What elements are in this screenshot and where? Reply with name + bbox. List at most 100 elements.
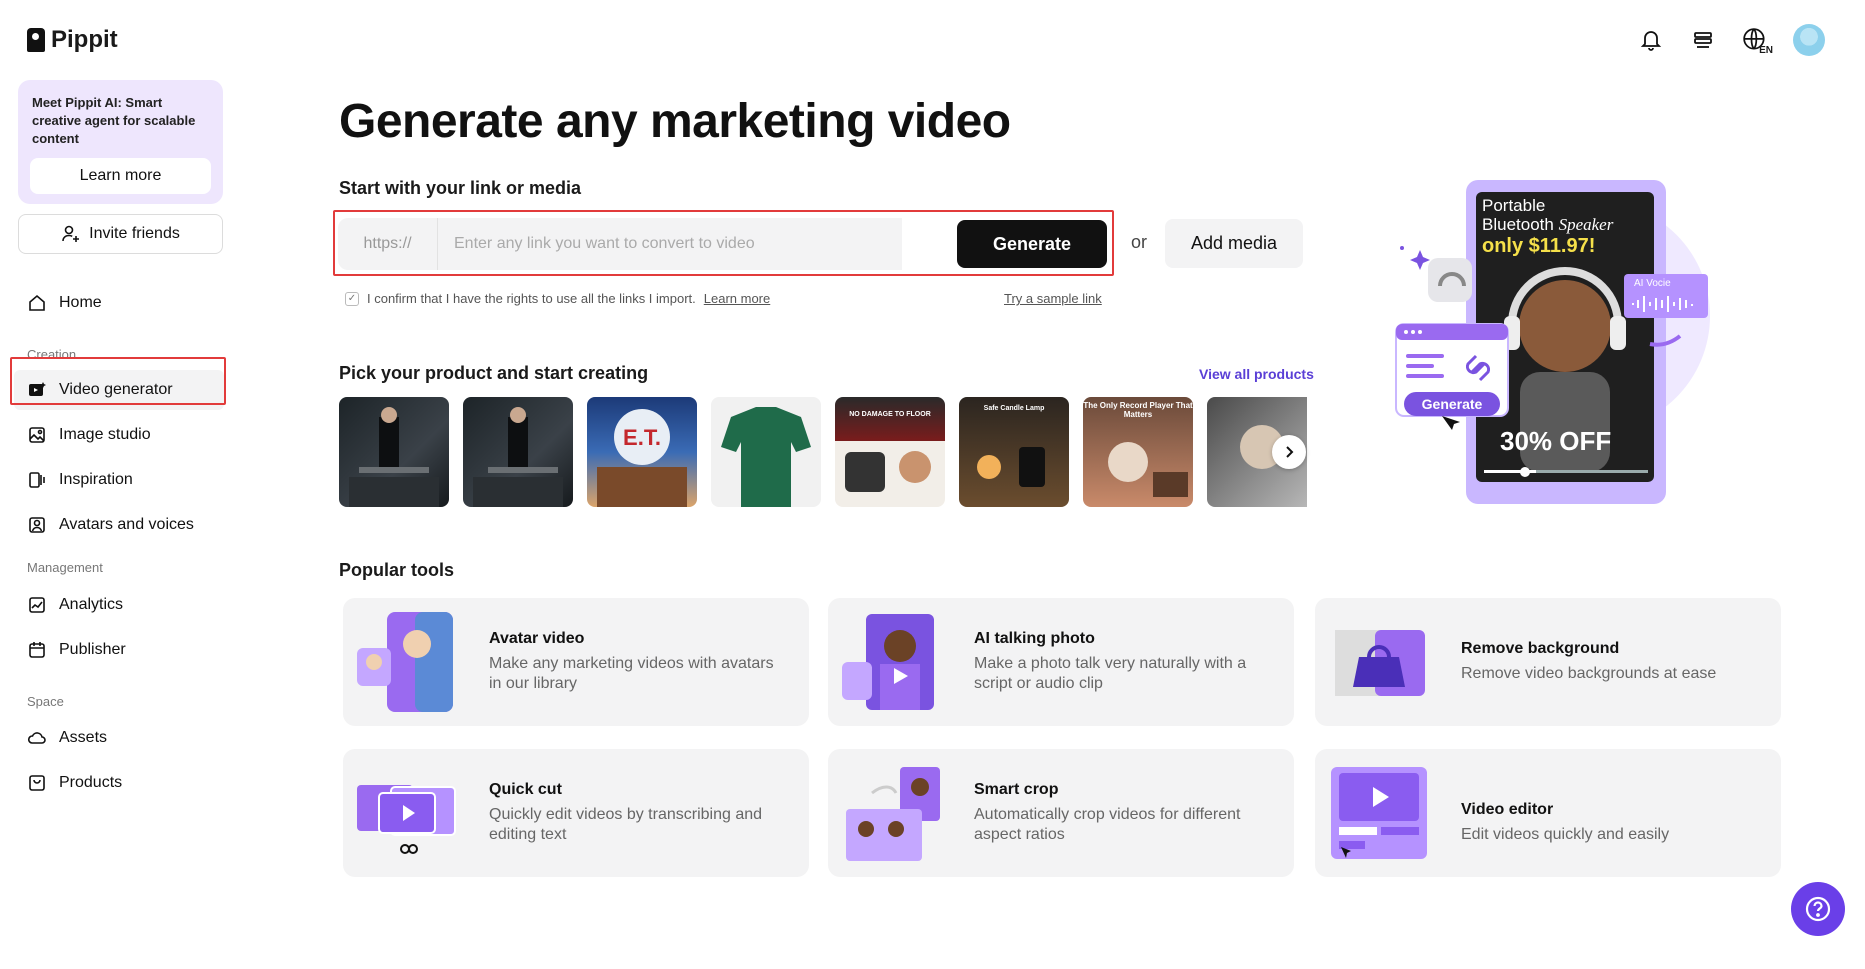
section-space: Space bbox=[27, 694, 64, 709]
language-globe-icon[interactable]: EN bbox=[1741, 26, 1773, 56]
link-prefix: https:// bbox=[338, 218, 438, 270]
home-icon bbox=[29, 294, 45, 311]
sidebar-item-image-studio[interactable]: Image studio bbox=[14, 415, 224, 455]
sidebar-item-label: Assets bbox=[59, 729, 108, 746]
product-thumb-7[interactable]: The Only Record Player That Matters bbox=[1083, 397, 1193, 507]
green-tshirt-image bbox=[721, 407, 811, 507]
video-editor-illustration bbox=[1331, 767, 1427, 859]
sidebar-item-video-generator[interactable]: Video generator bbox=[14, 370, 224, 410]
tool-card-avatar-video[interactable]: Avatar video Make any marketing videos w… bbox=[343, 598, 809, 726]
sidebar-item-avatars-voices[interactable]: Avatars and voices bbox=[14, 505, 224, 545]
drummer-image bbox=[473, 407, 563, 507]
rights-checkbox[interactable]: ✓ bbox=[345, 291, 359, 306]
remove-background-illustration bbox=[1335, 630, 1425, 696]
quick-cut-illustration bbox=[357, 785, 456, 854]
sidebar-item-label: Analytics bbox=[59, 596, 124, 613]
user-avatar[interactable] bbox=[1793, 24, 1825, 56]
hero-price: only $11.97! bbox=[1482, 235, 1596, 257]
candle-lamp-image bbox=[977, 447, 1045, 487]
hero-ai-voice-label: AI Vocie bbox=[1634, 278, 1671, 289]
tool-description: Remove video backgrounds at ease bbox=[1461, 665, 1717, 682]
help-button[interactable] bbox=[1791, 882, 1845, 936]
tool-description: Make a photo talk very naturally with a … bbox=[974, 655, 1247, 692]
section-creation: Creation bbox=[27, 347, 77, 362]
product-thumb-5[interactable]: NO DAMAGE TO FLOOR bbox=[835, 397, 945, 507]
learn-more-button[interactable]: Learn more bbox=[30, 158, 211, 194]
add-media-button[interactable]: Add media bbox=[1165, 219, 1303, 268]
promo-text: Meet Pippit AI: Smart creative agent for… bbox=[32, 95, 196, 146]
product-thumb-6[interactable]: Safe Candle Lamp bbox=[959, 397, 1069, 507]
product-label: The Only Record Player That Matters bbox=[1083, 401, 1193, 419]
generate-button[interactable]: Generate bbox=[957, 220, 1107, 268]
sidebar-item-inspiration[interactable]: Inspiration bbox=[14, 460, 224, 500]
product-box-icon bbox=[29, 775, 45, 791]
drummer-image bbox=[349, 407, 439, 507]
smart-crop-illustration bbox=[846, 767, 940, 861]
topbar: EN bbox=[1637, 24, 1825, 56]
page-title: Generate any marketing video bbox=[339, 95, 1011, 148]
layers-icon[interactable] bbox=[1689, 26, 1717, 54]
link-input-group: https:// bbox=[338, 218, 902, 270]
tool-title: AI talking photo bbox=[974, 630, 1095, 647]
product-thumb-3[interactable]: E.T. bbox=[587, 397, 697, 507]
hero-discount: 30% OFF bbox=[1500, 426, 1612, 456]
pick-product-heading: Pick your product and start creating bbox=[339, 363, 649, 383]
invite-friends-button[interactable]: Invite friends bbox=[18, 214, 223, 254]
product-carousel: E.T. NO DAMAGE TO FLOOR Safe Candle Lamp… bbox=[339, 397, 1307, 507]
app-logo[interactable]: Pippit bbox=[27, 26, 118, 54]
section-management: Management bbox=[27, 560, 103, 575]
view-all-products-link[interactable]: View all products bbox=[1199, 366, 1314, 382]
tool-title: Smart crop bbox=[974, 781, 1059, 798]
tool-title: Avatar video bbox=[489, 630, 585, 647]
tool-card-video-editor[interactable]: Video editor Edit videos quickly and eas… bbox=[1315, 749, 1781, 877]
avatar-icon bbox=[29, 517, 45, 533]
product-label: Safe Candle Lamp bbox=[983, 405, 1045, 412]
popular-tools-heading: Popular tools bbox=[339, 560, 455, 580]
tool-description: Automatically crop videos for different … bbox=[974, 806, 1241, 843]
tool-description: Quickly edit videos by transcribing and … bbox=[489, 806, 763, 843]
sidebar-item-label: Products bbox=[59, 774, 123, 791]
hero-generate-label: Generate bbox=[1421, 396, 1483, 412]
confirm-learn-more-link[interactable]: Learn more bbox=[704, 291, 770, 306]
tool-card-remove-background[interactable]: Remove background Remove video backgroun… bbox=[1315, 598, 1781, 726]
chevron-right-icon bbox=[1286, 446, 1294, 458]
hero-text-portable: Portable bbox=[1482, 196, 1546, 215]
sidebar-item-publisher[interactable]: Publisher bbox=[14, 630, 224, 670]
sidebar-item-assets[interactable]: Assets bbox=[14, 718, 224, 758]
avatar-video-illustration bbox=[357, 612, 453, 712]
bell-icon[interactable] bbox=[1637, 26, 1665, 54]
confirm-text: I confirm that I have the rights to use … bbox=[367, 291, 696, 306]
sidebar-item-analytics[interactable]: Analytics bbox=[14, 585, 224, 625]
tool-card-quick-cut[interactable]: Quick cut Quickly edit videos by transcr… bbox=[343, 749, 809, 877]
sidebar: Pippit Meet Pippit AI: Smart creative ag… bbox=[0, 0, 240, 969]
tool-description: Edit videos quickly and easily bbox=[1461, 826, 1670, 843]
cloud-icon bbox=[27, 732, 46, 744]
carousel-next-button[interactable] bbox=[1272, 435, 1306, 469]
sidebar-item-label: Image studio bbox=[59, 426, 151, 443]
question-mark-icon bbox=[1805, 896, 1831, 922]
try-sample-link[interactable]: Try a sample link bbox=[1004, 291, 1102, 306]
tool-card-ai-talking-photo[interactable]: AI talking photo Make a photo talk very … bbox=[828, 598, 1294, 726]
calendar-icon bbox=[29, 642, 45, 658]
inspiration-icon bbox=[29, 472, 45, 488]
product-thumb-2[interactable] bbox=[463, 397, 573, 507]
invite-friends-label: Invite friends bbox=[89, 225, 180, 242]
tool-description: Make any marketing videos with avatars i… bbox=[489, 655, 774, 692]
sidebar-item-home[interactable]: Home bbox=[14, 283, 224, 323]
language-code: EN bbox=[1759, 45, 1773, 56]
analytics-icon bbox=[29, 597, 45, 613]
sidebar-item-products[interactable]: Products bbox=[14, 763, 224, 803]
app-name: Pippit bbox=[51, 26, 118, 53]
promo-card: Meet Pippit AI: Smart creative agent for… bbox=[18, 80, 223, 204]
pippit-logo-icon bbox=[27, 28, 45, 52]
add-user-icon bbox=[62, 225, 80, 242]
talking-photo-illustration bbox=[842, 614, 934, 710]
product-thumb-4[interactable] bbox=[711, 397, 821, 507]
product-thumb-1[interactable] bbox=[339, 397, 449, 507]
tool-card-smart-crop[interactable]: Smart crop Automatically crop videos for… bbox=[828, 749, 1294, 877]
tool-title: Quick cut bbox=[489, 781, 562, 798]
video-generator-icon bbox=[29, 382, 46, 396]
hero-text-bluetooth: Bluetooth bbox=[1482, 215, 1559, 234]
link-input[interactable] bbox=[438, 235, 902, 253]
sidebar-item-label: Inspiration bbox=[59, 471, 133, 488]
